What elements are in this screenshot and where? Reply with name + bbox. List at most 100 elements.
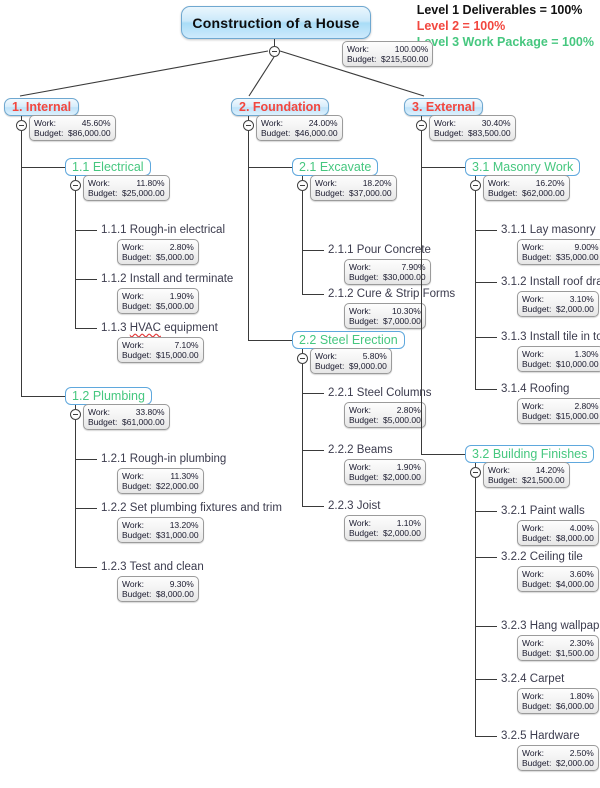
work-label: Work: xyxy=(522,523,545,533)
work-value: 9.00% xyxy=(574,242,599,252)
info-row-budget: Budget: $8,000.00 xyxy=(122,589,194,599)
connector-line xyxy=(421,454,465,455)
branch-node-2[interactable]: 2. Foundation xyxy=(231,98,329,116)
connector-line xyxy=(475,626,497,627)
connector-line xyxy=(475,389,497,390)
connector-line xyxy=(21,167,65,168)
info-row-work: Work: 1.30% xyxy=(522,349,599,359)
budget-label: Budget: xyxy=(347,54,377,64)
task-info-box-3.2-4: Work: 1.80% Budget: $6,000.00 xyxy=(517,688,599,714)
info-row-work: Work: 24.00% xyxy=(261,118,338,128)
info-row-budget: Budget: $215,500.00 xyxy=(347,54,428,64)
connector-line xyxy=(75,279,97,280)
work-label: Work: xyxy=(122,291,145,301)
task-label-3.2-2: 3.2.2 Ceiling tile xyxy=(501,551,583,563)
budget-label: Budget: xyxy=(349,415,379,425)
info-row-budget: Budget: $35,000.00 xyxy=(522,252,599,262)
work-label: Work: xyxy=(315,351,338,361)
work-value: 3.10% xyxy=(569,294,594,304)
connector-line xyxy=(75,508,97,509)
info-row-work: Work: 10.30% xyxy=(349,306,421,316)
work-value: 7.90% xyxy=(401,262,426,272)
task-label-2.1-2: 2.1.2 Cure & Strip Forms xyxy=(328,288,456,300)
budget-label: Budget: xyxy=(122,252,152,262)
task-label-3.2-4: 3.2.4 Carpet xyxy=(501,673,565,685)
budget-label: Budget: xyxy=(315,188,345,198)
work-label: Work: xyxy=(522,242,545,252)
collapse-toggle[interactable] xyxy=(469,179,481,191)
work-label: Work: xyxy=(122,520,145,530)
budget-label: Budget: xyxy=(88,188,118,198)
work-value: 11.30% xyxy=(170,471,199,481)
collapse-toggle[interactable] xyxy=(15,119,27,131)
budget-label: Budget: xyxy=(315,361,345,371)
budget-value: $21,500.00 xyxy=(522,475,565,485)
root-info-box: Work: 100.00% Budget: $215,500.00 xyxy=(342,41,434,67)
collapse-toggle[interactable] xyxy=(69,408,81,420)
budget-label: Budget: xyxy=(488,475,518,485)
budget-label: Budget: xyxy=(261,128,291,138)
branch-node-3[interactable]: 3. External xyxy=(404,98,484,116)
info-row-budget: Budget: $10,000.00 xyxy=(522,359,599,369)
budget-label: Budget: xyxy=(522,304,552,314)
budget-value: $1,500.00 xyxy=(556,648,594,658)
budget-label: Budget: xyxy=(349,472,379,482)
work-value: 100.00% xyxy=(394,44,429,54)
group-node-3.1[interactable]: 3.1 Masonry Work xyxy=(465,158,581,176)
info-row-work: Work: 11.30% xyxy=(122,471,199,481)
task-label-3.1-4: 3.1.4 Roofing xyxy=(501,383,570,395)
misspelled-word: HVAC xyxy=(129,322,161,334)
collapse-toggle[interactable] xyxy=(296,352,308,364)
info-row-budget: Budget: $4,000.00 xyxy=(522,579,594,589)
task-label-3.1-3: 3.1.3 Install tile in toilet rooms xyxy=(501,331,600,343)
work-value: 9.30% xyxy=(169,579,194,589)
group-node-1.1[interactable]: 1.1 Electrical xyxy=(65,158,151,176)
work-label: Work: xyxy=(315,178,338,188)
budget-value: $5,000.00 xyxy=(156,252,194,262)
group-node-1.2[interactable]: 1.2 Plumbing xyxy=(65,387,152,405)
work-value: 4.00% xyxy=(569,523,594,533)
collapse-toggle[interactable] xyxy=(69,179,81,191)
work-value: 24.00% xyxy=(308,118,338,128)
work-label: Work: xyxy=(349,462,372,472)
budget-value: $83,500.00 xyxy=(468,128,511,138)
work-value: 18.20% xyxy=(362,178,392,188)
collapse-toggle[interactable] xyxy=(469,466,481,478)
collapse-toggle[interactable] xyxy=(268,45,280,57)
budget-label: Budget: xyxy=(122,350,152,360)
collapse-toggle[interactable] xyxy=(242,119,254,131)
info-row-work: Work: 11.80% xyxy=(88,178,165,188)
task-label-2.2-2: 2.2.2 Beams xyxy=(328,444,393,456)
branch-info-box-2: Work: 24.00% Budget: $46,000.00 xyxy=(256,115,343,141)
budget-label: Budget: xyxy=(522,579,552,589)
budget-value: $10,000.00 xyxy=(556,359,599,369)
info-row-work: Work: 14.20% xyxy=(488,465,565,475)
info-row-budget: Budget: $9,000.00 xyxy=(315,361,387,371)
work-value: 30.40% xyxy=(481,118,511,128)
branch-node-1[interactable]: 1. Internal xyxy=(4,98,80,116)
group-info-box-2.1: Work: 18.20% Budget: $37,000.00 xyxy=(310,175,397,201)
root-node-construction-of-a-house[interactable]: Construction of a House xyxy=(181,6,371,39)
group-node-2.1[interactable]: 2.1 Excavate xyxy=(292,158,379,176)
budget-value: $22,000.00 xyxy=(156,481,199,491)
budget-value: $62,000.00 xyxy=(522,188,565,198)
task-info-box-1.1-2: Work: 1.90% Budget: $5,000.00 xyxy=(117,288,199,314)
connector-line xyxy=(302,364,303,506)
collapse-toggle[interactable] xyxy=(296,179,308,191)
connector-line xyxy=(421,131,422,454)
info-row-budget: Budget: $1,500.00 xyxy=(522,648,594,658)
work-value: 13.20% xyxy=(169,520,199,530)
group-info-box-3.2: Work: 14.20% Budget: $21,500.00 xyxy=(483,462,570,488)
budget-label: Budget: xyxy=(522,758,552,768)
task-info-box-3.2-2: Work: 3.60% Budget: $4,000.00 xyxy=(517,566,599,592)
work-label: Work: xyxy=(522,569,545,579)
group-node-3.2[interactable]: 3.2 Building Finishes xyxy=(465,445,595,463)
legend-level1: Level 1 Deliverables = 100% xyxy=(416,3,583,17)
collapse-toggle[interactable] xyxy=(415,119,427,131)
work-value: 1.90% xyxy=(396,462,421,472)
work-label: Work: xyxy=(522,691,545,701)
connector-line xyxy=(248,131,249,340)
work-label: Work: xyxy=(122,579,145,589)
group-node-2.2[interactable]: 2.2 Steel Erection xyxy=(292,331,405,349)
wbs-diagram: Level 1 Deliverables = 100% Level 2 = 10… xyxy=(0,0,600,788)
